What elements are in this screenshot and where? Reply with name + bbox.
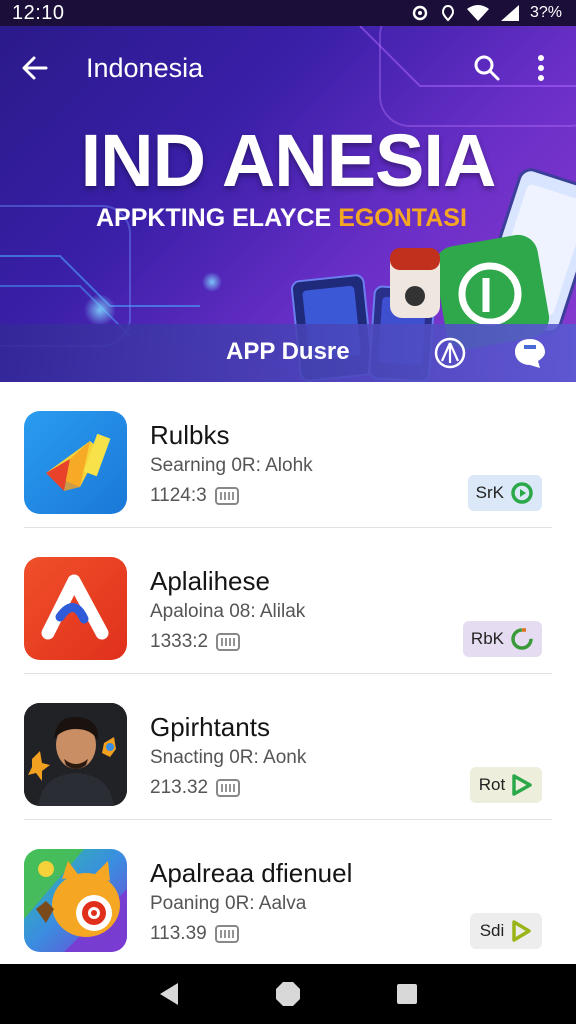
list-item[interactable]: Rulbks Searning 0R: Alohk 1124:3 SrK xyxy=(24,382,552,528)
app-name: Rulbks xyxy=(150,420,230,450)
recents-icon xyxy=(396,984,417,1004)
hero-subtitle-accent: EGONTASI xyxy=(338,204,467,232)
hero-title: IND ANESIA xyxy=(80,119,497,202)
app-size-value: 1333:2 xyxy=(150,631,209,652)
pencil-app-logo-icon xyxy=(46,433,111,491)
back-button[interactable] xyxy=(20,53,50,83)
app-size: 1333:2 xyxy=(150,631,241,653)
app-list: Rulbks Searning 0R: Alohk 1124:3 SrK Apl… xyxy=(0,382,576,964)
app-size-value: 113.39 xyxy=(150,923,207,944)
wifi-icon xyxy=(466,5,489,21)
chat-bubble-icon xyxy=(515,339,545,368)
install-button-label: RbK xyxy=(470,629,504,648)
install-button[interactable]: Rot xyxy=(470,767,542,803)
storage-icon xyxy=(216,779,241,797)
app-name: Aplalihese xyxy=(150,566,270,596)
list-item[interactable]: Gpirhtants Snacting 0R: Aonk 213.32 Rot xyxy=(24,674,552,820)
target-cat-logo-icon xyxy=(24,849,127,952)
strip-button-1[interactable] xyxy=(432,335,468,371)
sync-icon xyxy=(412,5,428,21)
page-title: Indonesia xyxy=(86,52,204,83)
nav-home-button[interactable] xyxy=(273,979,303,1009)
a-letter-logo-icon xyxy=(41,574,109,640)
strip-button-2[interactable] xyxy=(512,335,548,371)
app-subtitle: Poaning 0R: Aalva xyxy=(150,893,307,914)
signal-icon xyxy=(500,5,519,21)
app-name: Apalreaa dfienuel xyxy=(150,858,353,888)
storage-icon xyxy=(214,925,239,943)
app-size: 113.39 xyxy=(150,923,239,945)
home-icon xyxy=(275,982,300,1006)
install-button-label: Rot xyxy=(478,775,506,794)
hero-strip: APP Dusre xyxy=(0,324,576,382)
install-button-label: SrK xyxy=(475,483,504,502)
leaf-icon xyxy=(434,337,466,369)
location-icon xyxy=(441,4,454,22)
hero-strip-label: APP Dusre xyxy=(226,338,350,365)
app-icon-aplalihese[interactable] xyxy=(24,557,127,660)
app-subtitle: Snacting 0R: Aonk xyxy=(150,747,307,768)
speaker-illustration xyxy=(390,248,440,318)
app-icon-apalreaa-dfienuel[interactable] xyxy=(24,849,127,952)
app-bar: Indonesia xyxy=(0,26,576,110)
app-subtitle: Searning 0R: Alohk xyxy=(150,455,313,476)
app-size-value: 213.32 xyxy=(150,777,209,798)
install-button[interactable]: RbK xyxy=(462,621,542,657)
back-arrow-icon xyxy=(22,56,48,80)
play-arrow-icon xyxy=(512,920,532,942)
hero-subtitle: APPKTING ELAYCE EGONTASI xyxy=(96,204,467,233)
install-button-label: Sdi xyxy=(479,921,505,940)
system-nav-bar xyxy=(0,964,576,1024)
list-item[interactable]: Aplalihese Apaloina 08: Alilak 1333:2 Rb… xyxy=(24,528,552,674)
list-item[interactable]: Apalreaa dfienuel Poaning 0R: Aalva 113.… xyxy=(24,820,552,964)
app-size-value: 1124:3 xyxy=(150,485,207,506)
hero-banner: Indonesia IND ANESIA APPKTING ELAYCE EGO… xyxy=(0,26,576,382)
more-options-button[interactable] xyxy=(526,53,556,83)
progress-ring-icon xyxy=(511,628,533,650)
status-icons: 3?% xyxy=(410,4,562,22)
app-size: 1124:3 xyxy=(150,485,239,507)
storage-icon xyxy=(214,487,239,505)
hero-subtitle-main: APPKTING ELAYCE xyxy=(96,204,339,232)
search-button[interactable] xyxy=(472,53,502,83)
back-triangle-icon xyxy=(160,983,179,1005)
app-name: Gpirhtants xyxy=(150,712,270,742)
app-subtitle: Apaloina 08: Alilak xyxy=(150,601,306,622)
install-button[interactable]: SrK xyxy=(467,475,542,511)
nav-back-button[interactable] xyxy=(154,979,184,1009)
storage-icon xyxy=(216,633,241,651)
app-icon-gpirhtants[interactable] xyxy=(24,703,127,806)
progress-ring-icon xyxy=(511,482,533,504)
status-time: 12:10 xyxy=(12,1,65,24)
install-button[interactable]: Sdi xyxy=(470,913,542,949)
person-avatar-icon xyxy=(24,703,127,806)
battery-percent: 3?% xyxy=(529,4,562,21)
more-vert-icon xyxy=(538,55,544,81)
search-icon xyxy=(474,55,500,81)
nav-recents-button[interactable] xyxy=(392,979,422,1009)
play-arrow-icon xyxy=(512,774,532,796)
status-bar: 12:10 3?% xyxy=(0,0,576,26)
app-size: 213.32 xyxy=(150,777,241,799)
app-icon-rulbks[interactable] xyxy=(24,411,127,514)
